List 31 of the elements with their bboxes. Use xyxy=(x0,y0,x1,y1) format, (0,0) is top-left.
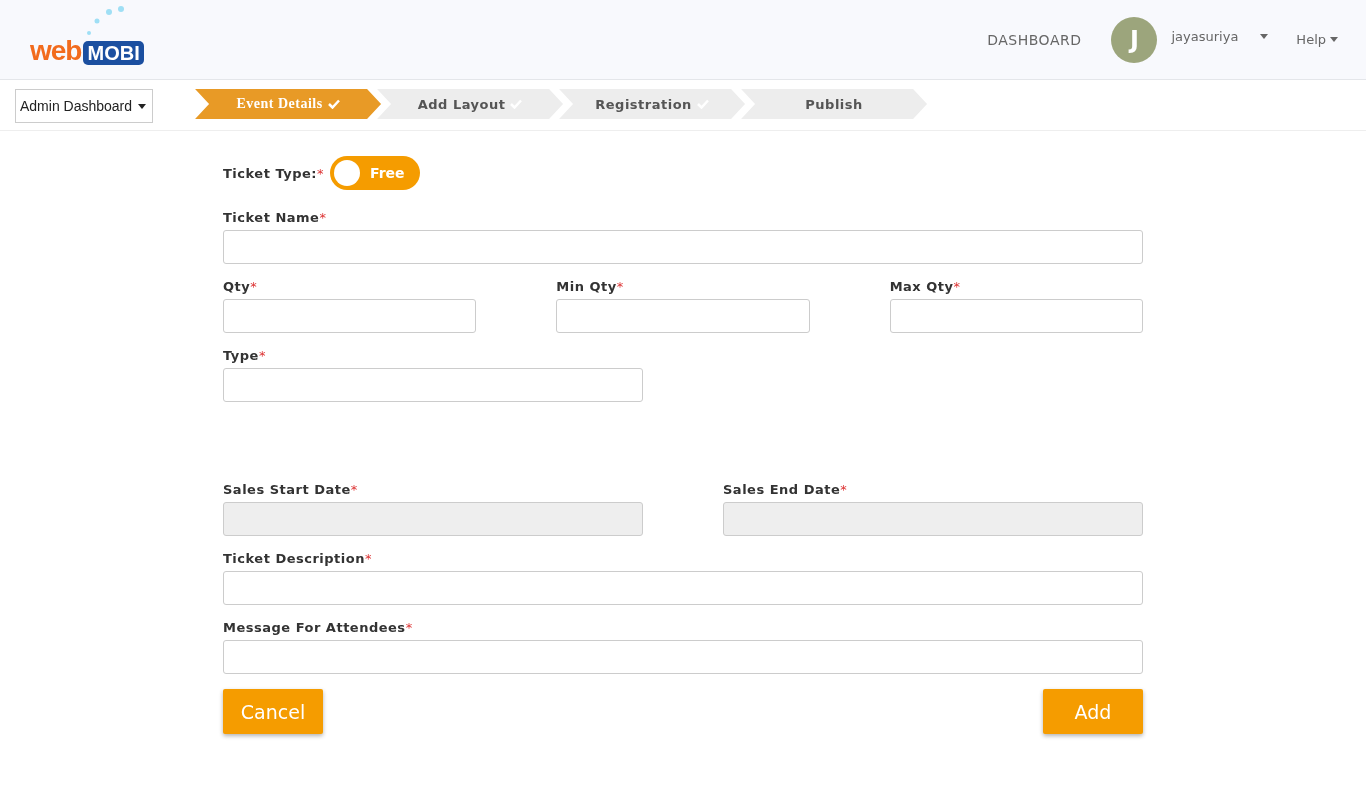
webmobi-logo[interactable]: web MOBI xyxy=(30,4,144,65)
field-label: Type* xyxy=(223,348,267,363)
caret-icon xyxy=(1260,34,1269,39)
input-field[interactable] xyxy=(556,299,810,333)
bubbles-icon xyxy=(85,4,125,37)
field-label: Sales Start Date* xyxy=(223,482,359,497)
user-avatar: J xyxy=(1111,16,1158,63)
field-label: Qty* xyxy=(223,279,259,294)
input-field[interactable] xyxy=(223,230,1143,264)
wizard-step[interactable]: Registration xyxy=(559,89,746,119)
help-menu[interactable]: Help xyxy=(1296,32,1338,47)
wizard-step[interactable]: Add Layout xyxy=(377,89,564,119)
field-label: Ticket Type:* xyxy=(223,165,324,181)
input-field[interactable] xyxy=(223,368,643,402)
field-label: Sales End Date* xyxy=(723,482,849,497)
dashboard-link[interactable]: DASHBOARD xyxy=(987,31,1082,48)
field-label: Max Qty* xyxy=(889,279,962,294)
user-menu[interactable]: jayasuriya xyxy=(1171,29,1269,44)
input-field[interactable] xyxy=(223,571,1143,605)
field-label: Ticket Description* xyxy=(223,551,373,566)
check-icon xyxy=(327,99,340,109)
input-field[interactable] xyxy=(223,299,477,333)
field-label: Ticket Name* xyxy=(223,210,328,225)
field-label: Min Qty* xyxy=(556,279,625,294)
caret-icon xyxy=(138,103,147,109)
dashboard-select[interactable]: Admin Dashboard xyxy=(15,89,154,123)
field-label: Message For Attendees* xyxy=(223,620,414,635)
input-field[interactable] xyxy=(223,640,1143,674)
input-field[interactable] xyxy=(889,299,1143,333)
caret-icon xyxy=(1330,37,1338,42)
wizard-step[interactable]: Publish xyxy=(741,89,928,119)
